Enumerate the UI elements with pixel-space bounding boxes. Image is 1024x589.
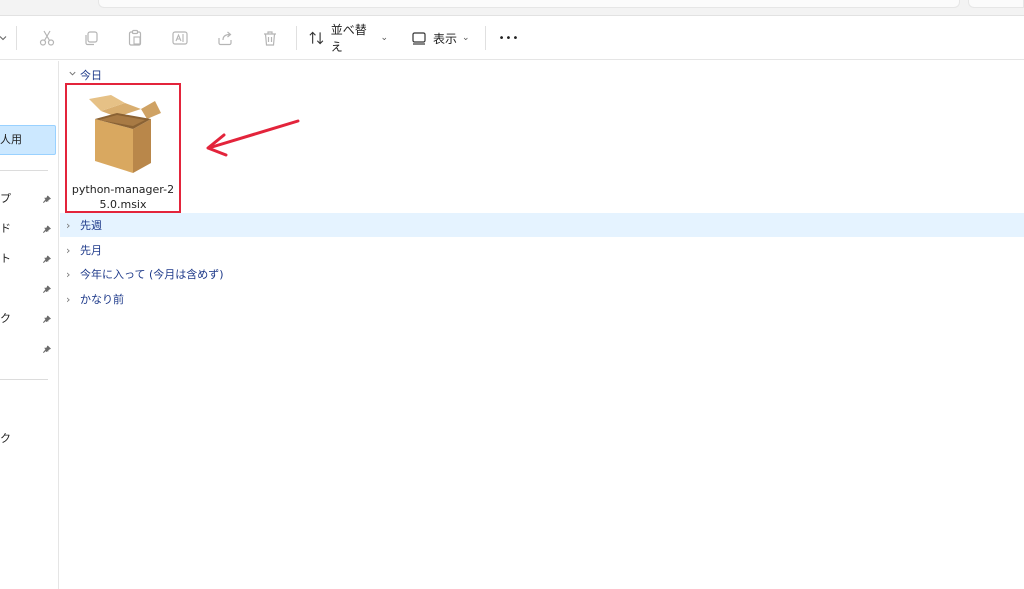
sidebar-item-videos[interactable] xyxy=(0,336,59,362)
more-options-button[interactable]: ••• xyxy=(496,24,522,52)
view-layout-icon xyxy=(412,32,426,45)
ellipsis-icon: ••• xyxy=(498,32,520,44)
sidebar-item-network[interactable]: ク xyxy=(0,426,59,452)
file-list-view: 今日 python-manager-25.0.msix › 先週 › 先月 › … xyxy=(60,61,1024,589)
file-item-python-manager[interactable]: python-manager-25.0.msix xyxy=(65,83,181,213)
chevron-down-icon: ⌄ xyxy=(462,33,470,43)
sort-icon xyxy=(309,31,324,45)
group-label: 先月 xyxy=(80,244,102,257)
sidebar-divider xyxy=(0,379,48,380)
delete-button[interactable] xyxy=(257,24,283,52)
chevron-right-icon: › xyxy=(66,292,71,306)
sort-label: 並べ替え xyxy=(330,23,367,54)
navigation-pane: 人用 プ ド ト ク ク xyxy=(0,61,59,589)
group-label: 今日 xyxy=(80,69,102,82)
pin-icon xyxy=(42,276,52,302)
sidebar-item-documents[interactable]: ト xyxy=(0,246,59,272)
new-dropdown-chevron[interactable] xyxy=(0,24,10,52)
sidebar-item-label: ク xyxy=(0,432,11,445)
sidebar-item-pictures[interactable] xyxy=(0,276,59,302)
cut-button[interactable] xyxy=(34,24,60,52)
red-arrow-annotation xyxy=(206,119,300,157)
group-header-last-month[interactable]: › 先月 xyxy=(60,238,1024,262)
copy-button[interactable] xyxy=(78,24,104,52)
chevron-down-icon: ⌄ xyxy=(380,33,388,43)
pin-icon xyxy=(42,306,52,332)
group-header-last-week[interactable]: › 先週 xyxy=(60,213,1024,237)
sidebar-item-downloads[interactable]: ド xyxy=(0,216,59,242)
sidebar-item-selected[interactable]: 人用 xyxy=(0,125,56,155)
package-box-icon xyxy=(89,95,161,173)
pin-icon xyxy=(42,336,52,362)
chevron-down-icon xyxy=(66,69,78,81)
address-bar[interactable] xyxy=(98,0,960,8)
sidebar-item-label: 人用 xyxy=(0,133,22,146)
group-label: かなり前 xyxy=(80,293,124,306)
file-explorer-window: 並べ替え ⌄ 表示 ⌄ ••• 人用 プ ド ト ク ク 今日 python-m… xyxy=(0,0,1024,589)
group-header-this-year[interactable]: › 今年に入って (今月は含めず) xyxy=(60,262,1024,286)
toolbar-divider xyxy=(296,26,297,50)
sidebar-item-label: ク xyxy=(0,312,11,325)
chevron-down-icon xyxy=(0,36,7,41)
sidebar-item-music[interactable]: ク xyxy=(0,306,59,332)
sidebar-item-label: プ xyxy=(0,192,11,205)
pin-icon xyxy=(42,216,52,242)
trash-icon xyxy=(264,31,276,46)
pin-icon xyxy=(42,186,52,212)
toolbar-divider xyxy=(16,26,17,50)
view-label: 表示 xyxy=(433,31,458,46)
sort-button[interactable]: 並べ替え ⌄ xyxy=(308,23,388,54)
chevron-right-icon: › xyxy=(66,243,71,257)
rename-button[interactable] xyxy=(167,24,193,52)
address-bar-strip xyxy=(0,0,1024,16)
group-label: 先週 xyxy=(80,219,102,232)
group-header-long-ago[interactable]: › かなり前 xyxy=(60,287,1024,311)
paste-button[interactable] xyxy=(122,24,148,52)
chevron-right-icon: › xyxy=(66,218,71,232)
scissors-icon xyxy=(39,30,55,46)
chevron-right-icon: › xyxy=(66,267,71,281)
command-bar: 並べ替え ⌄ 表示 ⌄ ••• xyxy=(0,16,1024,60)
toolbar-divider xyxy=(485,26,486,50)
clipboard-icon xyxy=(128,29,142,46)
share-button[interactable] xyxy=(212,24,238,52)
pin-icon xyxy=(42,246,52,272)
share-icon xyxy=(218,31,232,46)
sidebar-item-label: ト xyxy=(0,252,11,265)
group-label: 今年に入って (今月は含めず) xyxy=(80,268,224,281)
rename-icon xyxy=(172,31,188,45)
group-header-today[interactable]: 今日 xyxy=(66,65,102,85)
copy-icon xyxy=(85,31,98,46)
file-name: python-manager-25.0.msix xyxy=(71,183,175,211)
search-box[interactable] xyxy=(968,0,1024,8)
sidebar-item-desktop[interactable]: プ xyxy=(0,186,59,212)
sidebar-divider xyxy=(0,170,48,171)
sidebar-item-label: ド xyxy=(0,222,11,235)
view-button[interactable]: 表示 ⌄ xyxy=(411,24,475,52)
